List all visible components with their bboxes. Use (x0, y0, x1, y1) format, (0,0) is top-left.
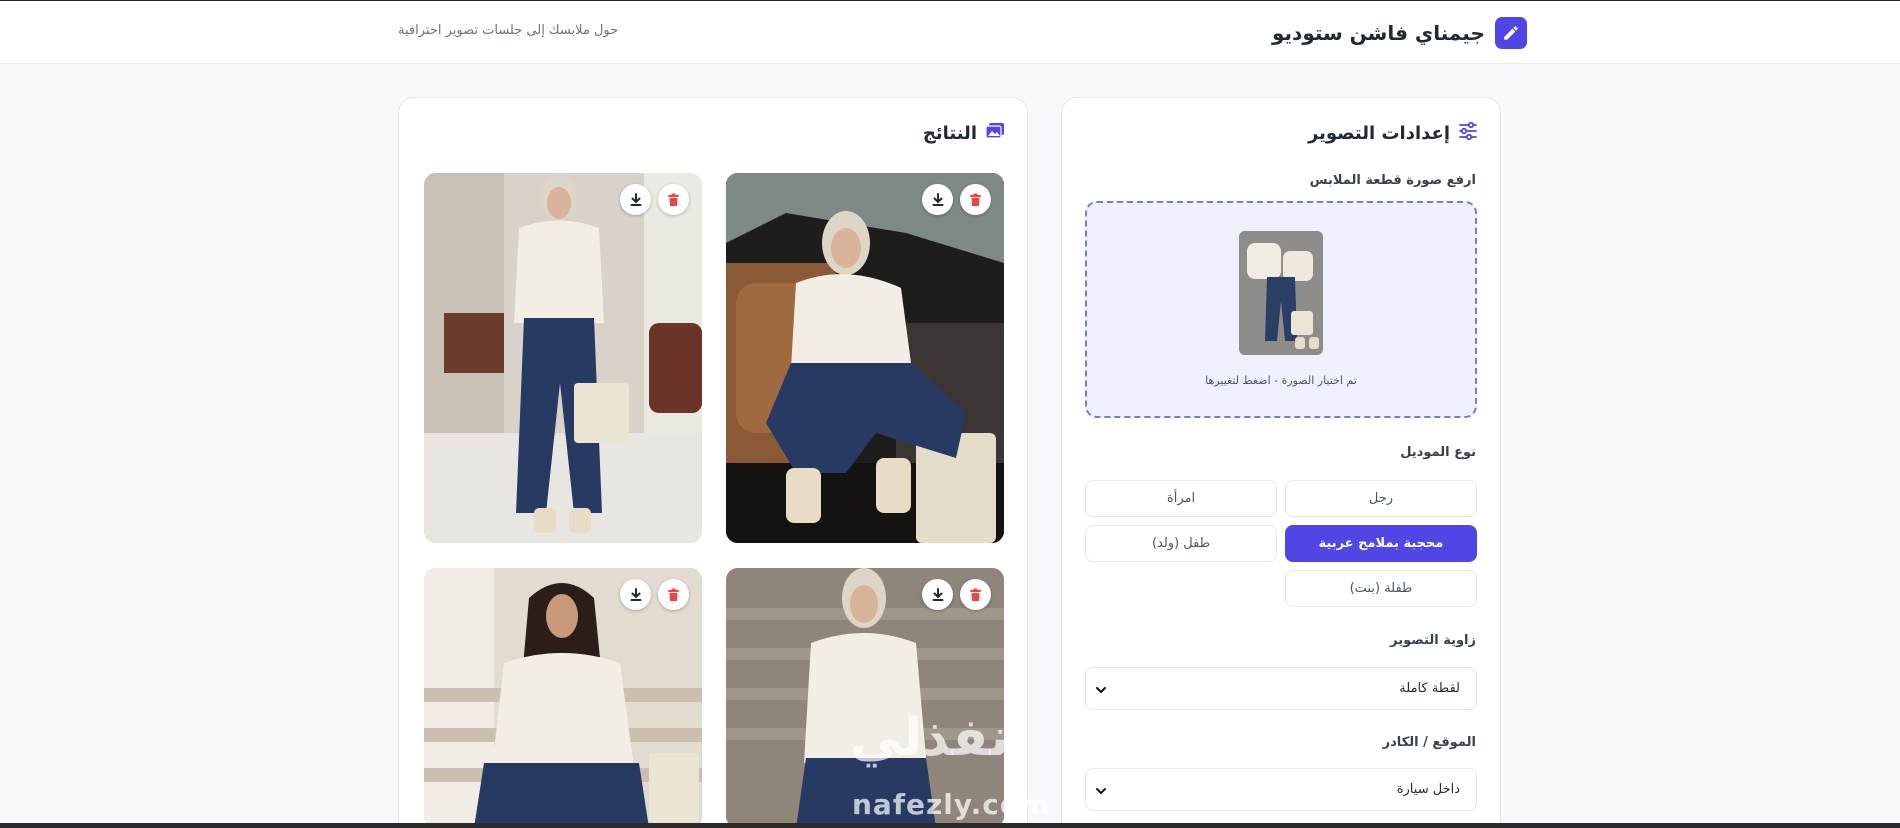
angle-label: زاوية التصوير (1390, 633, 1476, 648)
model-option-hijab[interactable]: محجبة بملامح عربية (1285, 525, 1477, 562)
image-gallery-icon (985, 122, 1005, 145)
pencil-icon (1494, 17, 1527, 49)
watermark-latin: nafezly.com (852, 788, 1051, 821)
result-card[interactable] (424, 568, 702, 828)
card-actions (620, 184, 689, 215)
angle-select[interactable]: لقطة كاملة (1085, 667, 1477, 710)
location-label: الموقع / الكادر (1382, 735, 1476, 750)
card-actions (922, 184, 991, 215)
result-card[interactable] (424, 173, 702, 543)
model-option-girl[interactable]: طفلة (بنت) (1285, 570, 1477, 607)
upload-dropzone[interactable]: تم اختيار الصورة - اضغط لتغييرها (1085, 201, 1477, 418)
delete-button[interactable] (658, 579, 689, 610)
delete-button[interactable] (960, 184, 991, 215)
model-option-man[interactable]: رجل (1285, 480, 1477, 517)
delete-button[interactable] (960, 579, 991, 610)
download-button[interactable] (922, 184, 953, 215)
upload-label: ارفع صورة قطعة الملابس (1309, 173, 1476, 188)
model-option-woman[interactable]: امرأة (1085, 480, 1277, 517)
trash-icon (668, 193, 679, 206)
settings-title-text: إعدادات التصوير (1307, 123, 1450, 144)
result-image-living-room (424, 173, 702, 543)
tagline: حول ملابسك إلى جلسات تصوير احترافية (398, 23, 619, 38)
download-icon (630, 587, 641, 601)
sliders-icon (1458, 121, 1478, 145)
location-select[interactable]: داخل سيارة (1085, 768, 1477, 811)
download-icon (630, 192, 641, 206)
watermark: نفذلي nafezly.com (850, 708, 1060, 828)
result-card[interactable] (726, 173, 1004, 543)
settings-panel: إعدادات التصوير ارفع صورة قطعة الملابس ت… (1061, 97, 1501, 828)
model-type-label: نوع الموديل (1400, 445, 1476, 460)
download-icon (932, 192, 943, 206)
trash-icon (668, 588, 679, 601)
model-option-boy[interactable]: طفل (ولد) (1085, 525, 1277, 562)
results-title-text: النتائج (922, 123, 977, 144)
download-button[interactable] (922, 579, 953, 610)
app-title: جيمناي فاشن ستوديو (1272, 21, 1485, 45)
settings-title: إعدادات التصوير (1307, 121, 1478, 145)
uploaded-garment-thumbnail (1239, 231, 1323, 355)
brand: جيمناي فاشن ستوديو (1272, 17, 1527, 49)
delete-button[interactable] (658, 184, 689, 215)
card-actions (922, 579, 991, 610)
results-title: النتائج (923, 122, 1005, 145)
trash-icon (970, 588, 981, 601)
angle-select-value: لقطة كاملة (1399, 681, 1460, 696)
download-icon (932, 587, 943, 601)
download-button[interactable] (620, 184, 651, 215)
watermark-arabic: نفذلي (850, 708, 1010, 768)
window-bottom-border (0, 823, 1900, 828)
chevron-down-icon (1094, 783, 1108, 802)
result-image-car (726, 173, 1004, 543)
location-select-value: داخل سيارة (1396, 782, 1460, 797)
download-button[interactable] (620, 579, 651, 610)
trash-icon (970, 193, 981, 206)
upload-caption: تم اختيار الصورة - اضغط لتغييرها (1205, 374, 1357, 387)
card-actions (620, 579, 689, 610)
chevron-down-icon (1094, 682, 1108, 701)
app-header: جيمناي فاشن ستوديو حول ملابسك إلى جلسات … (0, 1, 1900, 64)
